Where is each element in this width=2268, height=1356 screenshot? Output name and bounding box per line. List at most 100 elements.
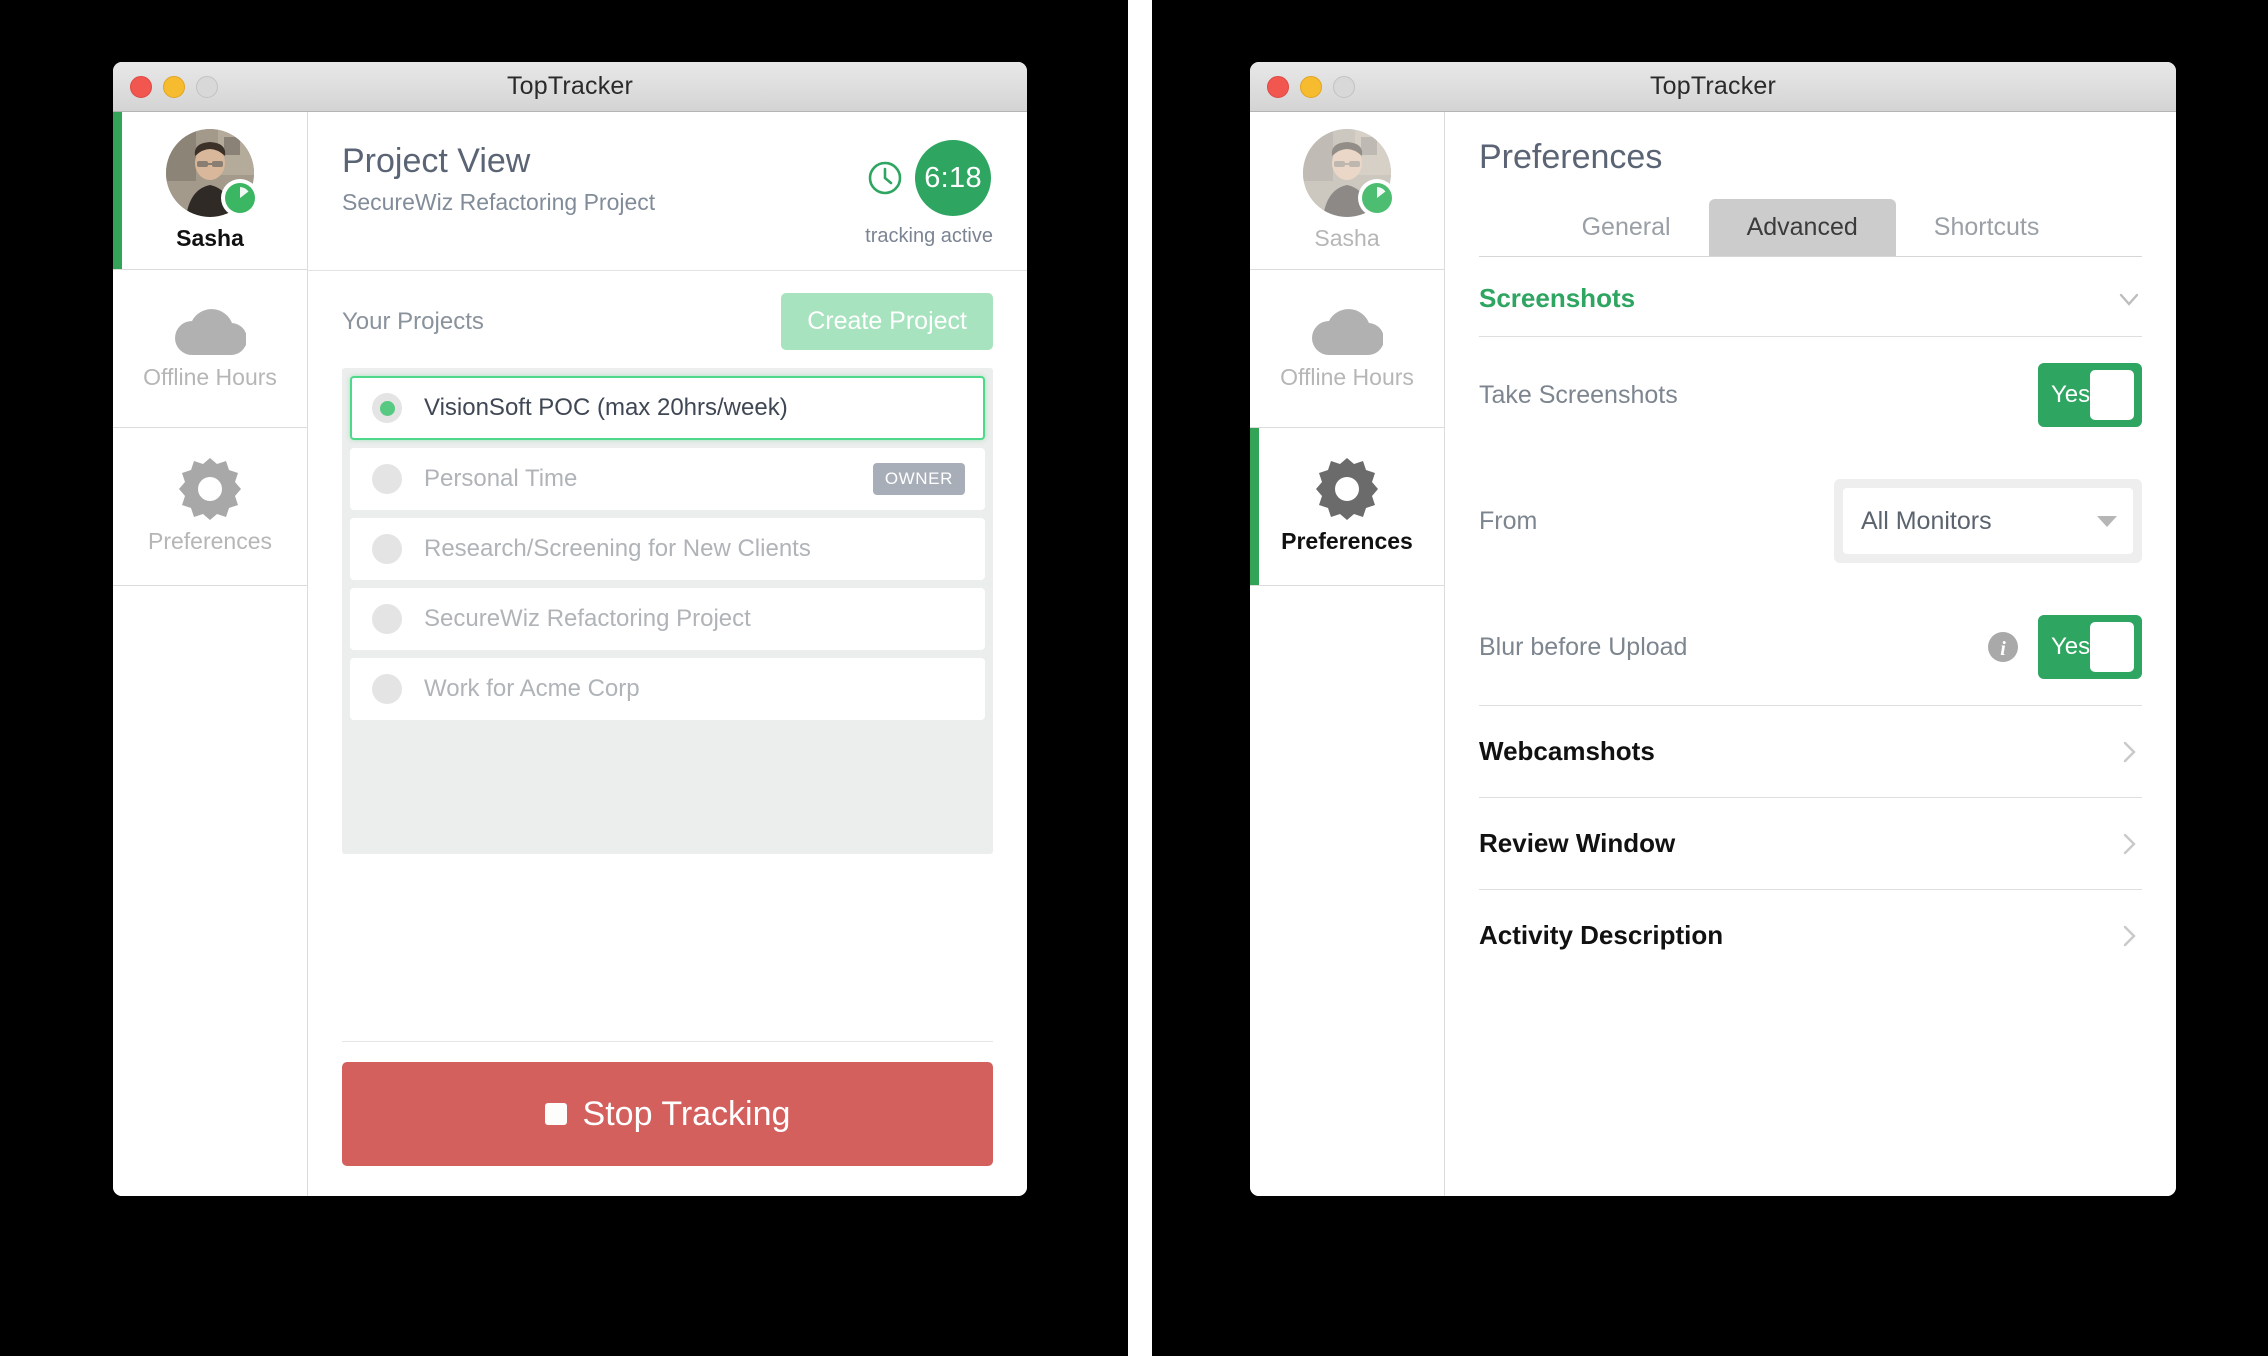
project-name: SecureWiz Refactoring Project [424, 605, 751, 633]
toggle-value: Yes [2038, 633, 2090, 661]
sidebar-item-label: Sasha [1314, 225, 1379, 252]
close-button[interactable] [130, 76, 152, 98]
svg-text:i: i [2000, 638, 2006, 660]
info-icon[interactable]: i [1986, 630, 2020, 664]
project-view-window: TopTracker [113, 62, 1027, 1196]
project-name: Personal Time [424, 465, 577, 493]
tracking-status-text: tracking active [865, 225, 993, 248]
radio-icon[interactable] [372, 393, 402, 423]
option-from: From All Monitors [1479, 453, 2142, 589]
select-value: All Monitors [1861, 507, 1992, 536]
preferences-window: TopTracker [1250, 62, 2176, 1196]
radio-icon[interactable] [372, 534, 402, 564]
section-review-window[interactable]: Review Window [1479, 798, 2142, 890]
sidebar-item-label: Offline Hours [1280, 364, 1414, 391]
tab-general[interactable]: General [1544, 199, 1709, 256]
zoom-button [196, 76, 218, 98]
traffic-lights-right [1267, 76, 1355, 98]
monitor-select[interactable]: All Monitors [1843, 488, 2133, 554]
tracking-status-icon [221, 179, 259, 217]
section-activity-description[interactable]: Activity Description [1479, 890, 2142, 981]
titlebar-right[interactable]: TopTracker [1250, 62, 2176, 112]
sidebar-item-offline-hours[interactable]: Offline Hours [113, 270, 307, 428]
project-name: VisionSoft POC (max 20hrs/week) [424, 394, 788, 422]
sidebar-item-sasha[interactable]: Sasha [113, 112, 307, 270]
option-take-screenshots: Take Screenshots Yes [1479, 337, 2142, 453]
section-title: Review Window [1479, 828, 1675, 859]
timer-block: 6:18 tracking active [865, 140, 993, 248]
minimize-button[interactable] [163, 76, 185, 98]
project-name: Work for Acme Corp [424, 675, 640, 703]
section-title: Webcamshots [1479, 736, 1655, 767]
option-label: Blur before Upload [1479, 633, 1687, 662]
tab-advanced[interactable]: Advanced [1709, 199, 1896, 256]
window-body-left: Sasha Offline Hours Preferences [113, 112, 1027, 1196]
screenshots-section-header[interactable]: Screenshots [1479, 257, 2142, 337]
create-project-button[interactable]: Create Project [781, 293, 993, 350]
chevron-down-icon[interactable] [2116, 286, 2142, 312]
sidebar-item-label: Preferences [148, 528, 272, 555]
radio-icon[interactable] [372, 674, 402, 704]
chevron-down-icon[interactable] [2097, 516, 2117, 527]
toggle-value: Yes [2038, 381, 2090, 409]
cloud-icon [1311, 306, 1383, 356]
timer-row: 6:18 [867, 140, 991, 216]
window-body-right: Sasha Offline Hours Preferences [1250, 112, 2176, 1196]
option-control: All Monitors [1834, 479, 2142, 563]
option-label: Take Screenshots [1479, 381, 1678, 410]
titlebar-left[interactable]: TopTracker [113, 62, 1027, 112]
screenshot-stage: TopTracker [0, 0, 2268, 1356]
chevron-right-icon[interactable] [2116, 739, 2142, 765]
minimize-button[interactable] [1300, 76, 1322, 98]
close-button[interactable] [1267, 76, 1289, 98]
option-control: Yes [2038, 363, 2142, 427]
preferences-tabs: General Advanced Shortcuts [1479, 199, 2142, 257]
section-webcamshots[interactable]: Webcamshots [1479, 706, 2142, 798]
project-list-item[interactable]: Research/Screening for New Clients [350, 518, 985, 580]
take-screenshots-toggle[interactable]: Yes [2038, 363, 2142, 427]
option-blur-before-upload: Blur before Upload i Yes [1479, 589, 2142, 705]
sidebar-item-label: Preferences [1281, 528, 1413, 555]
timer-value: 6:18 [915, 140, 991, 216]
window-title: TopTracker [1250, 72, 2176, 101]
project-header: Project View SecureWiz Refactoring Proje… [308, 112, 1027, 271]
tab-shortcuts[interactable]: Shortcuts [1896, 199, 2078, 256]
project-list-item[interactable]: VisionSoft POC (max 20hrs/week) [350, 376, 985, 440]
stop-tracking-button[interactable]: Stop Tracking [342, 1062, 993, 1166]
project-list-item[interactable]: Personal Time OWNER [350, 448, 985, 510]
section-title: Activity Description [1479, 920, 1723, 951]
sidebar-item-preferences[interactable]: Preferences [113, 428, 307, 586]
radio-icon[interactable] [372, 464, 402, 494]
gear-icon [1316, 458, 1378, 520]
zoom-button [1333, 76, 1355, 98]
traffic-lights-left [130, 76, 218, 98]
page-subtitle: SecureWiz Refactoring Project [342, 189, 655, 216]
project-list-item[interactable]: Work for Acme Corp [350, 658, 985, 720]
chevron-right-icon[interactable] [2116, 923, 2142, 949]
gear-icon [179, 458, 241, 520]
projects-header: Your Projects Create Project [308, 271, 1027, 368]
option-control: i Yes [1986, 615, 2142, 679]
owner-badge: OWNER [873, 463, 965, 495]
project-name: Research/Screening for New Clients [424, 535, 811, 563]
project-header-text: Project View SecureWiz Refactoring Proje… [342, 140, 655, 216]
main-left: Project View SecureWiz Refactoring Proje… [308, 112, 1027, 1196]
stop-square-icon [545, 1103, 567, 1125]
project-list-item[interactable]: SecureWiz Refactoring Project [350, 588, 985, 650]
preferences-header: Preferences [1445, 112, 2176, 177]
project-list[interactable]: VisionSoft POC (max 20hrs/week) Personal… [342, 368, 993, 854]
toggle-knob [2090, 370, 2134, 420]
radio-icon[interactable] [372, 604, 402, 634]
monitor-select-shell: All Monitors [1834, 479, 2142, 563]
tracking-status-icon [1358, 179, 1396, 217]
stop-tracking-wrap: Stop Tracking [308, 1042, 1027, 1196]
sidebar-item-preferences[interactable]: Preferences [1250, 428, 1444, 586]
stop-tracking-label: Stop Tracking [583, 1095, 791, 1134]
sidebar-item-label: Sasha [176, 225, 244, 252]
blur-before-upload-toggle[interactable]: Yes [2038, 615, 2142, 679]
chevron-right-icon[interactable] [2116, 831, 2142, 857]
avatar [166, 129, 254, 217]
sidebar-item-sasha[interactable]: Sasha [1250, 112, 1444, 270]
clock-icon [867, 160, 903, 196]
sidebar-item-offline-hours[interactable]: Offline Hours [1250, 270, 1444, 428]
